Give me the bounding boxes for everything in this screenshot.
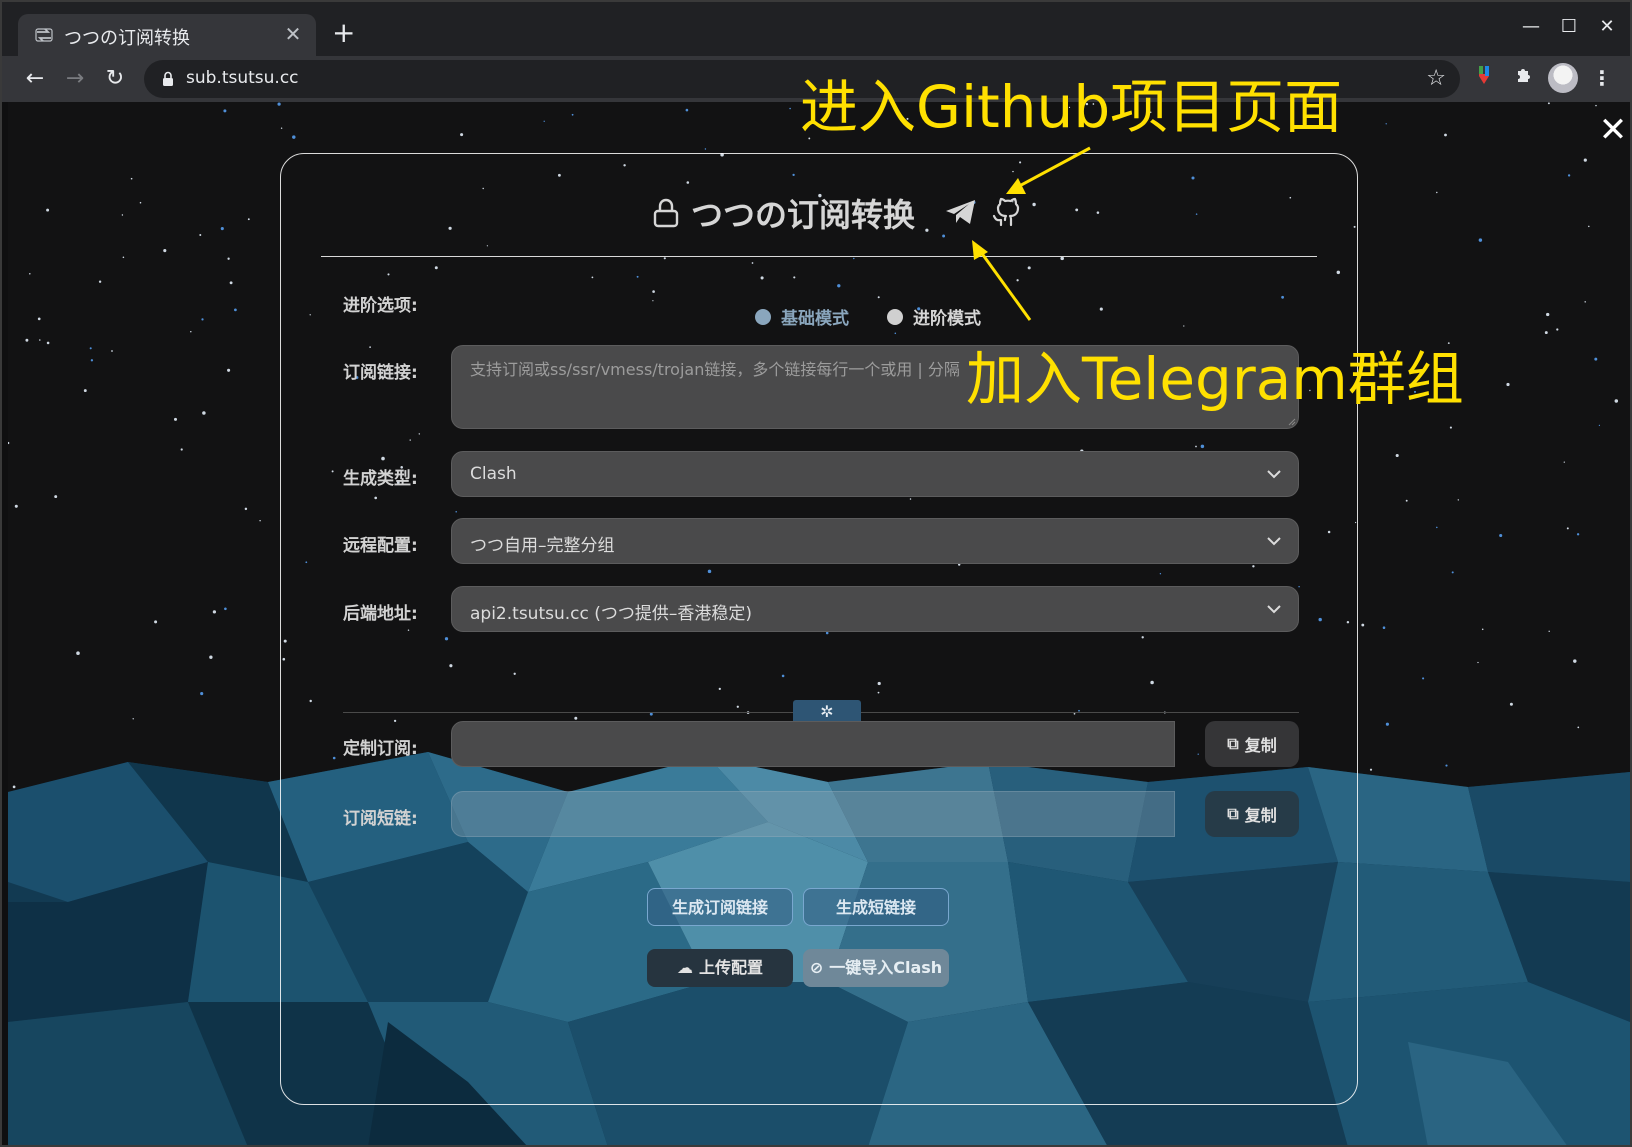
annotation-telegram: 加入Telegram群组 xyxy=(966,345,1464,413)
short-url-label: 订阅短链: xyxy=(343,809,418,829)
remote-config-label: 远程配置: xyxy=(343,536,418,556)
extensions-puzzle-icon[interactable] xyxy=(1510,64,1538,92)
back-icon[interactable]: ← xyxy=(20,64,50,94)
generate-short-button[interactable]: 生成短链接 xyxy=(803,888,949,926)
custom-sub-input[interactable] xyxy=(451,721,1175,767)
browser-tab[interactable]: つつの订阅转换 ✕ xyxy=(18,14,316,56)
import-label: 一键导入Clash xyxy=(829,958,943,977)
backend-label: 后端地址: xyxy=(343,604,418,624)
menu-kebab-icon[interactable]: ⋮ xyxy=(1588,64,1616,92)
radio-label: 进阶模式 xyxy=(913,309,981,329)
generate-sub-button[interactable]: 生成订阅链接 xyxy=(647,888,793,926)
copy-short-url-button[interactable]: ⧉ 复制 xyxy=(1205,791,1299,837)
import-clash-button[interactable]: ⊘ 一键导入Clash xyxy=(803,949,949,987)
mode-label: 进阶选项: xyxy=(343,296,418,316)
radio-label: 基础模式 xyxy=(781,309,849,329)
new-tab-button[interactable]: + xyxy=(332,19,355,47)
remote-config-value: つつ自用–完整分组 xyxy=(470,536,615,556)
radio-advanced-mode[interactable]: 进阶模式 xyxy=(887,304,981,329)
sync-icon xyxy=(35,28,53,42)
lock-icon xyxy=(163,71,173,86)
radio-selected-dot xyxy=(755,308,771,325)
window-close-button[interactable]: ✕ xyxy=(1592,16,1622,46)
short-url-input[interactable] xyxy=(451,791,1175,837)
github-icon[interactable] xyxy=(991,194,1021,228)
backend-select[interactable]: api2.tsutsu.cc (つつ提供–香港稳定) xyxy=(451,586,1299,632)
upload-label: 上传配置 xyxy=(698,958,763,977)
target-label: 生成类型: xyxy=(343,469,418,489)
overlay-close-icon[interactable]: ✕ xyxy=(1596,110,1630,150)
custom-sub-label: 定制订阅: xyxy=(343,739,418,759)
sub-url-label: 订阅链接: xyxy=(343,363,418,383)
radio-basic-mode[interactable]: 基础模式 xyxy=(755,304,849,329)
converter-card: つつの订阅转换 进阶选项: 基础模式 进阶模式 订阅链接: 支持订阅或ss/ss… xyxy=(280,153,1358,1105)
extension-icon[interactable] xyxy=(1470,64,1498,92)
profile-avatar[interactable] xyxy=(1548,63,1578,93)
telegram-icon[interactable] xyxy=(945,198,977,226)
copy-icon: ⧉ xyxy=(1227,804,1239,823)
tab-strip: つつの订阅转换 ✕ + — ☐ ✕ xyxy=(2,2,1630,56)
lock-icon xyxy=(653,198,679,228)
page-viewport: ✕ つつの订阅转换 进阶选项: 基础模式 进阶模式 订阅链接: 支持订阅或ss/… xyxy=(8,102,1630,1145)
tab-title: つつの订阅转换 xyxy=(64,28,190,49)
annotation-github: 进入Github项目页面 xyxy=(800,73,1343,141)
link-icon: ⊘ xyxy=(809,958,824,977)
remote-config-select[interactable]: つつ自用–完整分组 xyxy=(451,518,1299,564)
backend-value: api2.tsutsu.cc (つつ提供–香港稳定) xyxy=(470,604,753,624)
bookmark-star-icon[interactable]: ☆ xyxy=(1426,66,1446,91)
minimize-button[interactable]: — xyxy=(1516,16,1546,46)
copy-label: 复制 xyxy=(1244,736,1277,755)
page-title: つつの订阅转换 xyxy=(691,196,916,234)
browser-window: つつの订阅转换 ✕ + — ☐ ✕ ← → ↻ sub.tsutsu.cc ☆ … xyxy=(0,0,1632,1147)
card-header: つつの订阅转换 xyxy=(321,154,1317,257)
copy-icon: ⧉ xyxy=(1227,734,1239,753)
radio-unselected-dot xyxy=(887,308,903,325)
target-select[interactable]: Clash xyxy=(451,451,1299,497)
reload-icon[interactable]: ↻ xyxy=(100,64,130,94)
chevron-down-icon xyxy=(1267,605,1281,614)
target-value: Clash xyxy=(470,464,517,484)
chevron-down-icon xyxy=(1267,537,1281,546)
copy-custom-sub-button[interactable]: ⧉ 复制 xyxy=(1205,721,1299,767)
sub-url-placeholder: 支持订阅或ss/ssr/vmess/trojan链接，多个链接每行一个或用 | … xyxy=(470,360,960,379)
url-text: sub.tsutsu.cc xyxy=(186,68,299,88)
cloud-upload-icon: ☁ xyxy=(676,958,693,977)
spinner-icon: ✲ xyxy=(820,702,834,721)
tab-close-icon[interactable]: ✕ xyxy=(282,23,304,45)
upload-config-button[interactable]: ☁ 上传配置 xyxy=(647,949,793,987)
forward-icon[interactable]: → xyxy=(60,64,90,94)
copy-label: 复制 xyxy=(1244,806,1277,825)
resize-handle-icon[interactable] xyxy=(1286,416,1296,426)
chevron-down-icon xyxy=(1267,470,1281,479)
maximize-button[interactable]: ☐ xyxy=(1554,16,1584,46)
